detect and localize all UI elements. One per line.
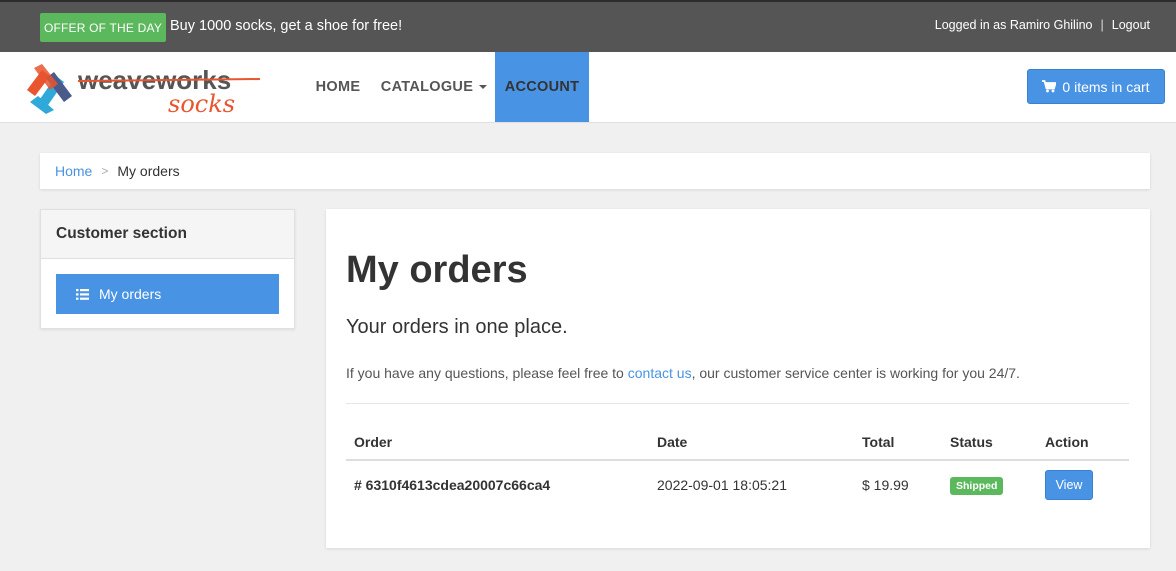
login-separator: | xyxy=(1100,18,1104,32)
status-badge: Shipped xyxy=(950,477,1004,495)
order-action-cell: View xyxy=(1037,460,1129,509)
nav-account[interactable]: ACCOUNT xyxy=(495,52,589,122)
order-status-cell: Shipped xyxy=(942,460,1037,509)
main-content: My orders Your orders in one place. If y… xyxy=(326,209,1150,548)
divider xyxy=(346,403,1129,404)
logout-link[interactable]: Logout xyxy=(1112,18,1150,32)
customer-section-panel: Customer section My orders xyxy=(40,209,295,329)
order-total-cell: $ 19.99 xyxy=(862,477,909,493)
cart-button[interactable]: 0 items in cart xyxy=(1027,69,1165,104)
order-id-cell: # 6310f4613cdea20007c66ca4 xyxy=(354,477,551,493)
weaveworks-socks-logo[interactable]: weaveworks socks xyxy=(24,62,264,118)
logo-text-sub: socks xyxy=(168,90,235,114)
column-header-order: Order xyxy=(346,425,649,461)
column-header-total: Total xyxy=(854,425,942,461)
column-header-date: Date xyxy=(649,425,854,461)
sidebar-item-label: My orders xyxy=(99,286,162,302)
breadcrumb-home-link[interactable]: Home xyxy=(55,163,92,179)
page-title: My orders xyxy=(346,249,528,291)
nav-home-label: HOME xyxy=(315,79,361,95)
order-date-cell: 2022-09-01 18:05:21 xyxy=(657,477,787,493)
orders-table: Order Date Total Status Action # 6310f46… xyxy=(346,425,1129,509)
table-header-row: Order Date Total Status Action xyxy=(346,425,1129,461)
cart-label: 0 items in cart xyxy=(1062,78,1150,95)
list-icon xyxy=(76,288,89,300)
login-area: Logged in as Ramiro Ghilino | Logout xyxy=(935,18,1150,32)
nav-catalogue-label: CATALOGUE xyxy=(380,79,474,95)
info-prefix: If you have any questions, please feel f… xyxy=(346,365,628,381)
weaveworks-logo-mark-icon xyxy=(27,64,72,114)
sidebar-item-my-orders[interactable]: My orders xyxy=(56,274,279,314)
table-row: # 6310f4613cdea20007c66ca4 2022-09-01 18… xyxy=(346,460,1129,509)
nav-catalogue[interactable]: CATALOGUE xyxy=(376,52,492,122)
logged-in-text: Logged in as Ramiro Ghilino xyxy=(934,18,1093,32)
offer-text: Buy 1000 socks, get a shoe for free! xyxy=(170,18,403,34)
shopping-cart-icon xyxy=(1042,80,1057,93)
view-order-button[interactable]: View xyxy=(1045,470,1093,500)
offer-of-the-day-badge[interactable]: OFFER OF THE DAY xyxy=(40,13,166,42)
column-header-action: Action xyxy=(1037,425,1129,461)
breadcrumb-current: My orders xyxy=(117,163,180,179)
nav-home[interactable]: HOME xyxy=(304,52,372,122)
info-suffix: , our customer service center is working… xyxy=(691,365,1020,381)
top-bar: OFFER OF THE DAY Buy 1000 socks, get a s… xyxy=(0,0,1176,52)
page-lead: Your orders in one place. xyxy=(346,316,568,338)
column-header-status: Status xyxy=(942,425,1037,461)
breadcrumb-separator: > xyxy=(101,164,109,178)
breadcrumb: Home > My orders xyxy=(40,153,1150,189)
info-text: If you have any questions, please feel f… xyxy=(346,365,1020,381)
customer-section-title: Customer section xyxy=(41,210,294,259)
navbar: weaveworks socks HOME CATALOGUE ACCOUNT … xyxy=(0,52,1176,123)
nav-account-label: ACCOUNT xyxy=(504,79,580,95)
caret-down-icon xyxy=(479,85,488,89)
contact-us-link[interactable]: contact us xyxy=(628,365,692,381)
